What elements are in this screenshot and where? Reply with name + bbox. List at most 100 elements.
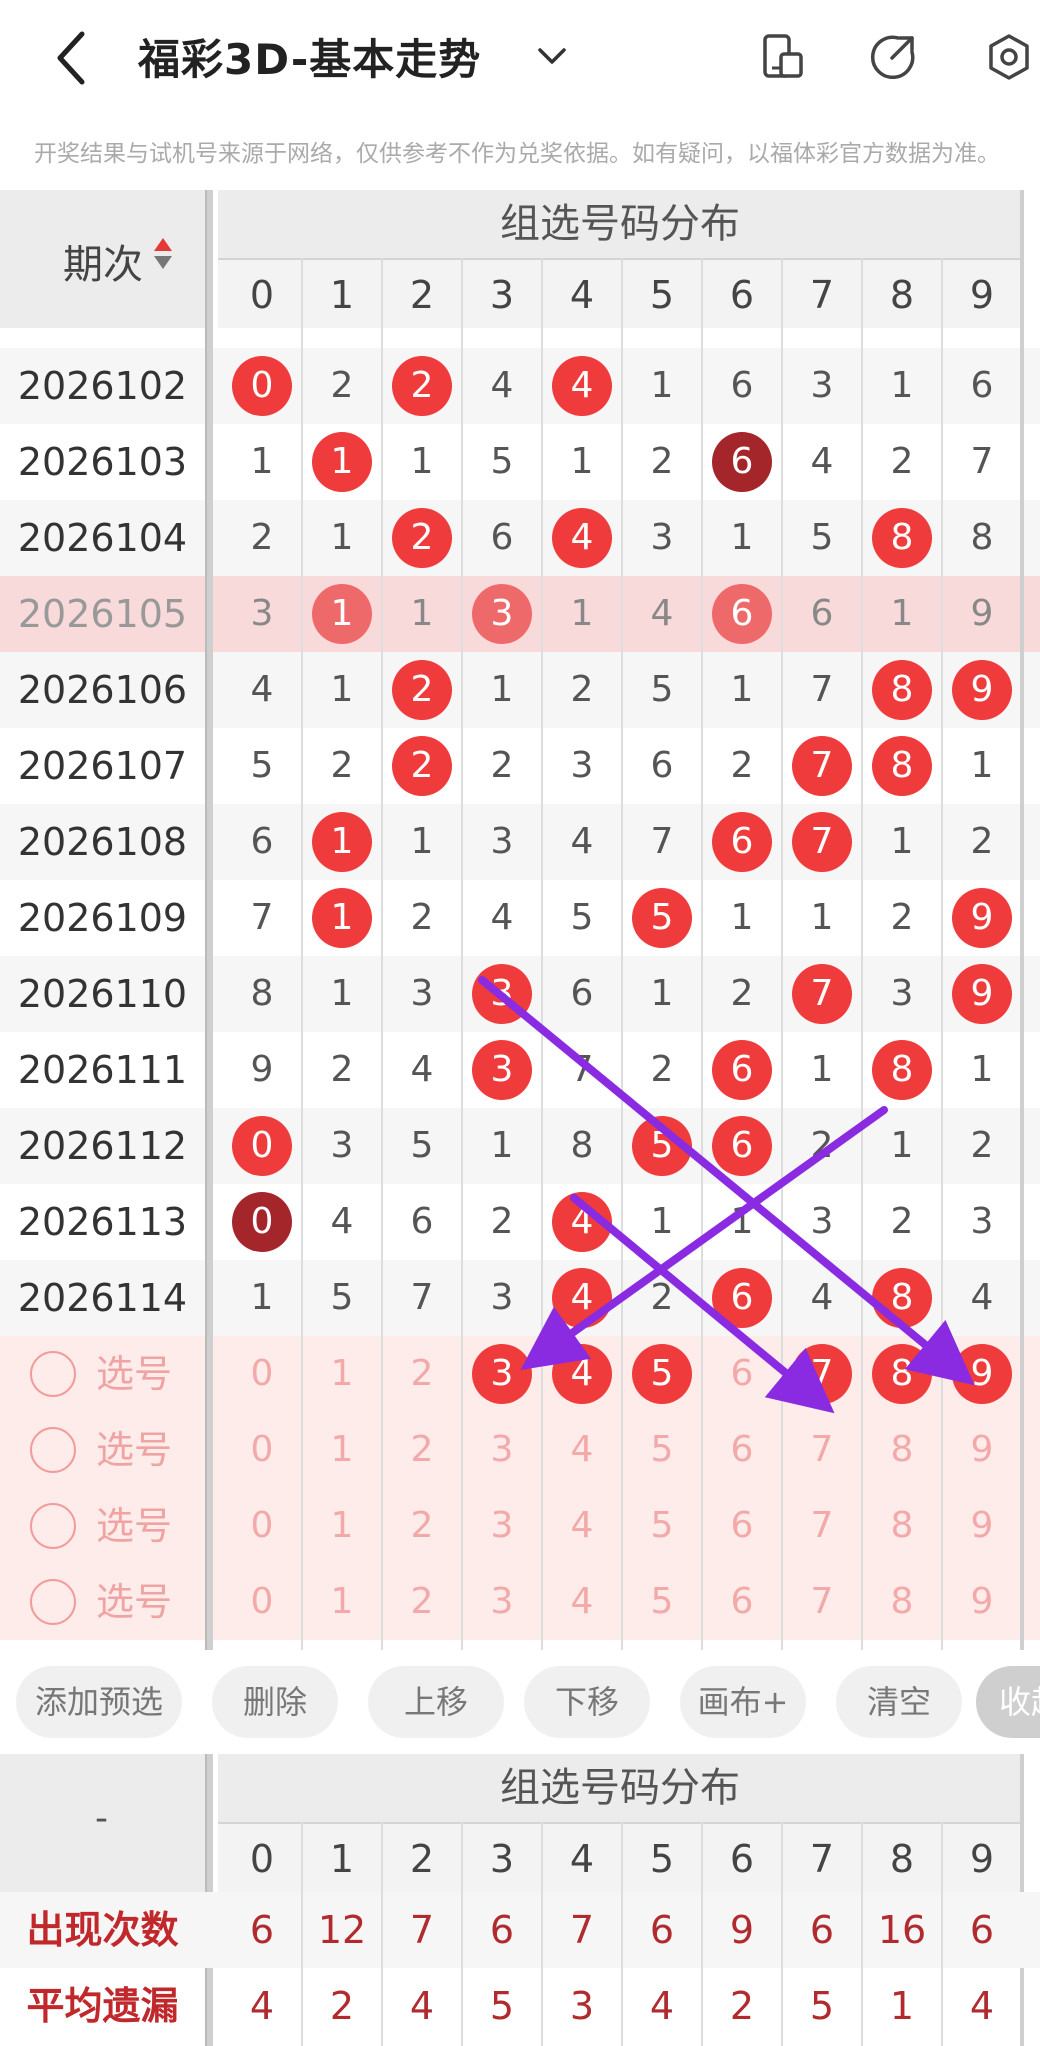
digit-cell[interactable]: 2 (622, 1260, 702, 1336)
selection-label[interactable]: 选号 (96, 1336, 172, 1412)
clear-button[interactable]: 清空 (836, 1666, 962, 1738)
table-row[interactable]: 2026112 0 3 5 1 8 5 6 2 1 2 (0, 1108, 1040, 1184)
selection-digit-cell[interactable]: 0 (222, 1564, 302, 1640)
selection-radio[interactable] (30, 1427, 76, 1473)
digit-cell[interactable]: 5 (302, 1260, 382, 1336)
selected-number-ball[interactable]: 4 (552, 1344, 612, 1404)
selection-digit-cell[interactable]: 3 (462, 1412, 542, 1488)
delete-button[interactable]: 删除 (212, 1666, 338, 1738)
digit-cell[interactable]: 5 (622, 652, 702, 728)
number-ball[interactable]: 6 (712, 432, 772, 492)
issue-column-header[interactable]: 期次 (0, 190, 212, 328)
digit-cell[interactable]: 1 (222, 1260, 302, 1336)
digit-cell[interactable]: 1 (622, 1184, 702, 1260)
digit-cell[interactable]: 8 (542, 1108, 622, 1184)
digit-cell[interactable]: 4 (542, 500, 622, 576)
number-ball[interactable]: 9 (952, 888, 1012, 948)
number-ball[interactable]: 7 (792, 964, 852, 1024)
digit-cell[interactable]: 2 (382, 500, 462, 576)
digit-header-3[interactable]: 3 (462, 260, 542, 330)
number-ball[interactable]: 1 (312, 432, 372, 492)
digit-cell[interactable]: 7 (782, 804, 862, 880)
selection-digit-cell[interactable]: 8 (862, 1336, 942, 1412)
digit-header-2[interactable]: 2 (382, 1824, 462, 1894)
number-ball[interactable]: 0 (232, 1192, 292, 1252)
digit-header-1[interactable]: 1 (302, 1824, 382, 1894)
digit-cell[interactable]: 1 (862, 804, 942, 880)
table-row[interactable]: 2026105 3 1 1 3 1 4 6 6 1 9 (0, 576, 1040, 652)
digit-header-5[interactable]: 5 (622, 1824, 702, 1894)
digit-cell[interactable]: 3 (782, 348, 862, 424)
digit-cell[interactable]: 1 (462, 1108, 542, 1184)
digit-header-9[interactable]: 9 (942, 260, 1022, 330)
digit-cell[interactable]: 1 (542, 424, 622, 500)
selection-radio[interactable] (30, 1351, 76, 1397)
number-ball[interactable]: 8 (872, 1268, 932, 1328)
digit-cell[interactable]: 1 (222, 424, 302, 500)
number-ball[interactable]: 7 (792, 812, 852, 872)
digit-cell[interactable]: 2 (462, 1184, 542, 1260)
digit-cell[interactable]: 1 (382, 424, 462, 500)
digit-cell[interactable]: 7 (942, 424, 1022, 500)
number-ball[interactable]: 0 (232, 356, 292, 416)
selection-digit-cell[interactable]: 0 (222, 1336, 302, 1412)
number-ball[interactable]: 6 (712, 1268, 772, 1328)
digit-cell[interactable]: 2 (542, 652, 622, 728)
digit-header-9[interactable]: 9 (942, 1824, 1022, 1894)
digit-cell[interactable]: 6 (782, 576, 862, 652)
selection-digit-cell[interactable]: 5 (622, 1412, 702, 1488)
digit-cell[interactable]: 9 (942, 956, 1022, 1032)
number-ball[interactable]: 1 (312, 812, 372, 872)
digit-cell[interactable]: 2 (382, 880, 462, 956)
digit-cell[interactable]: 1 (782, 1032, 862, 1108)
digit-cell[interactable]: 1 (542, 576, 622, 652)
number-ball[interactable]: 8 (872, 660, 932, 720)
selection-digit-cell[interactable]: 4 (542, 1412, 622, 1488)
digit-cell[interactable]: 6 (542, 956, 622, 1032)
digit-cell[interactable]: 3 (622, 500, 702, 576)
digit-cell[interactable]: 2 (782, 1108, 862, 1184)
digit-cell[interactable]: 5 (622, 1108, 702, 1184)
selection-digit-cell[interactable]: 2 (382, 1564, 462, 1640)
digit-cell[interactable]: 3 (942, 1184, 1022, 1260)
digit-header-4[interactable]: 4 (542, 260, 622, 330)
digit-cell[interactable]: 6 (702, 348, 782, 424)
digit-cell[interactable]: 1 (302, 956, 382, 1032)
digit-cell[interactable]: 6 (702, 804, 782, 880)
digit-cell[interactable]: 3 (462, 1260, 542, 1336)
digit-cell[interactable]: 6 (702, 1260, 782, 1336)
digit-header-6[interactable]: 6 (702, 1824, 782, 1894)
digit-cell[interactable]: 4 (542, 804, 622, 880)
digit-cell[interactable]: 1 (382, 804, 462, 880)
digit-cell[interactable]: 7 (782, 956, 862, 1032)
selection-digit-cell[interactable]: 1 (302, 1336, 382, 1412)
digit-cell[interactable]: 8 (862, 652, 942, 728)
selection-digit-cell[interactable]: 5 (622, 1336, 702, 1412)
number-ball[interactable]: 4 (552, 1192, 612, 1252)
table-row[interactable]: 2026103 1 1 1 5 1 2 6 4 2 7 (0, 424, 1040, 500)
canvas-add-button[interactable]: 画布+ (680, 1666, 806, 1738)
selection-digit-cell[interactable]: 8 (862, 1412, 942, 1488)
digit-cell[interactable]: 0 (222, 348, 302, 424)
selection-digit-cell[interactable]: 4 (542, 1564, 622, 1640)
selection-radio[interactable] (30, 1579, 76, 1625)
digit-cell[interactable]: 3 (222, 576, 302, 652)
digit-cell[interactable]: 7 (622, 804, 702, 880)
number-ball[interactable]: 6 (712, 812, 772, 872)
settings-gear-icon[interactable] (984, 32, 1034, 82)
digit-cell[interactable]: 6 (702, 576, 782, 652)
move-down-button[interactable]: 下移 (524, 1666, 650, 1738)
number-ball[interactable]: 2 (392, 356, 452, 416)
number-ball[interactable]: 7 (792, 736, 852, 796)
digit-cell[interactable]: 6 (702, 1108, 782, 1184)
digit-cell[interactable]: 2 (382, 348, 462, 424)
table-row[interactable]: 2026104 2 1 2 6 4 3 1 5 8 8 (0, 500, 1040, 576)
digit-cell[interactable]: 3 (462, 1032, 542, 1108)
digit-cell[interactable]: 1 (942, 728, 1022, 804)
selection-digit-cell[interactable]: 6 (702, 1412, 782, 1488)
digit-header-0[interactable]: 0 (222, 1824, 302, 1894)
digit-cell[interactable]: 0 (222, 1108, 302, 1184)
selection-digit-cell[interactable]: 3 (462, 1488, 542, 1564)
number-ball[interactable]: 6 (712, 1116, 772, 1176)
digit-cell[interactable]: 2 (862, 880, 942, 956)
